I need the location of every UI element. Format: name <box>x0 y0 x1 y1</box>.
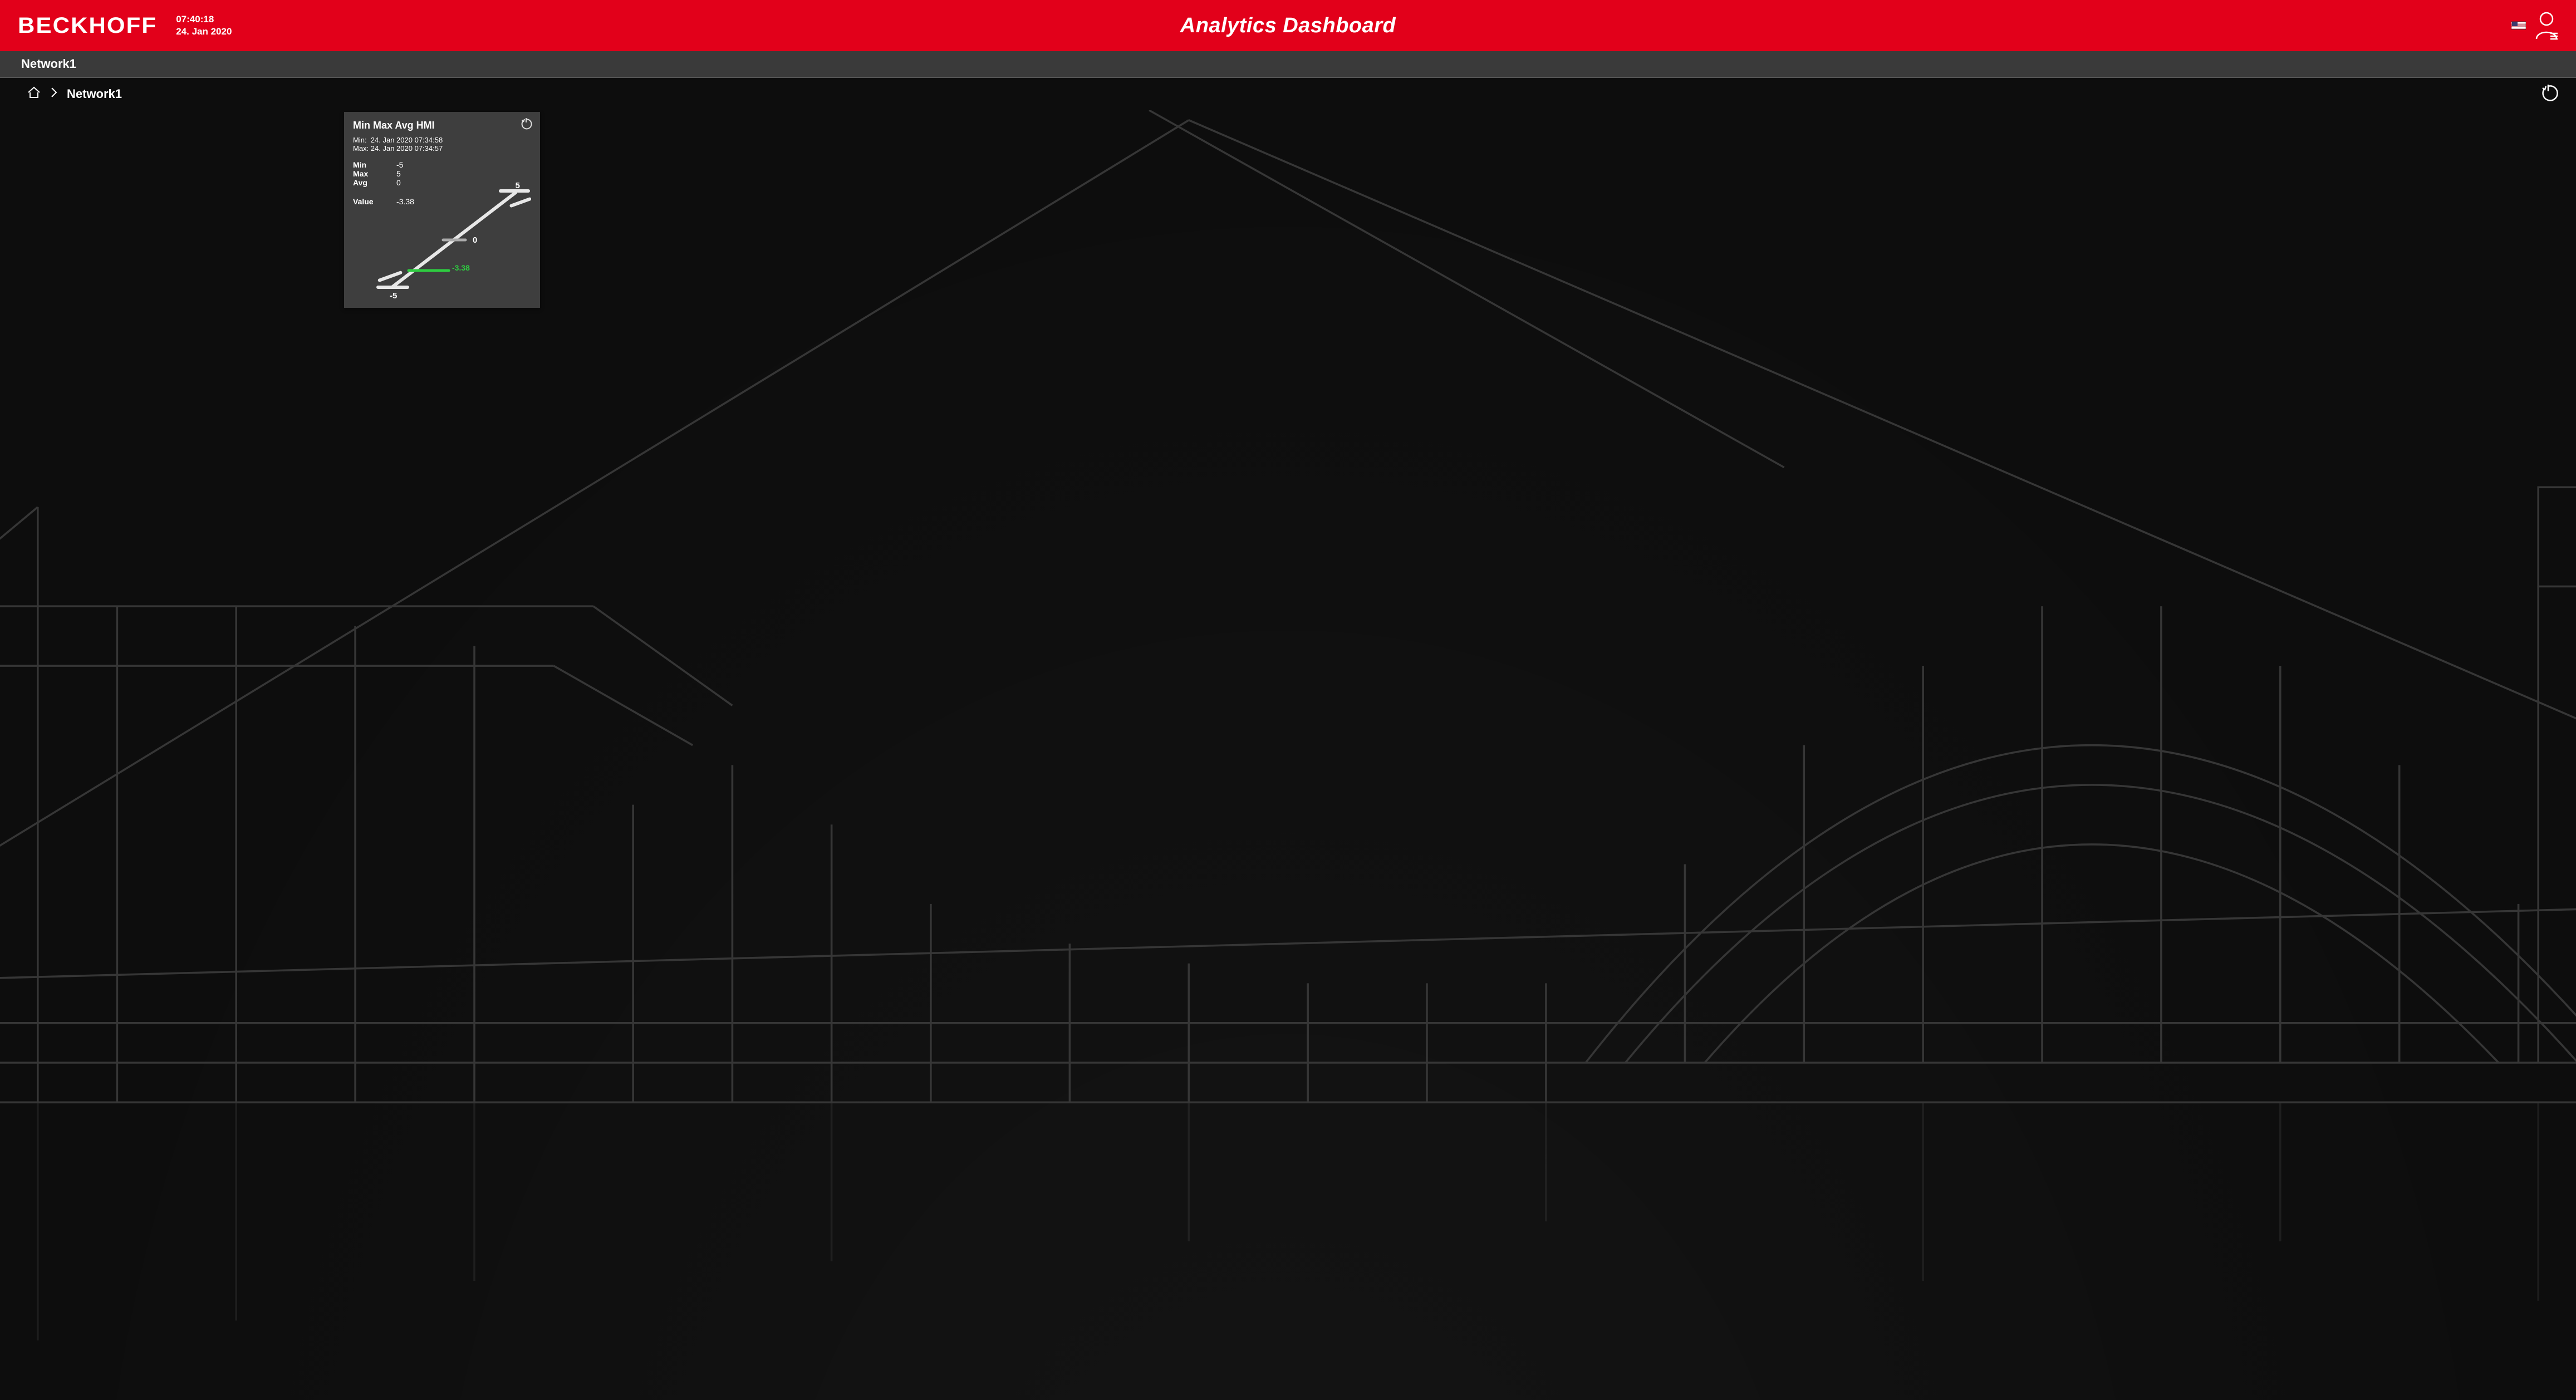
dashboard-stage: Min Max Avg HMI Min: 24. Jan 2020 07:34:… <box>0 110 2576 1400</box>
card-refresh-icon[interactable] <box>521 117 533 132</box>
tab-network1[interactable]: Network1 <box>21 57 76 71</box>
datetime-block: 07:40:18 24. Jan 2020 <box>176 13 232 38</box>
brand-logo: BECKHOFF <box>18 13 157 38</box>
min-max-avg-card: Min Max Avg HMI Min: 24. Jan 2020 07:34:… <box>344 112 540 308</box>
page-refresh-icon[interactable] <box>2541 83 2559 107</box>
breadcrumb-current[interactable]: Network1 <box>67 87 122 101</box>
stat-max-row: Max 5 <box>353 169 531 178</box>
stat-min-row: Min -5 <box>353 160 531 169</box>
card-title: Min Max Avg HMI <box>353 120 531 131</box>
page-title: Analytics Dashboard <box>1180 14 1396 38</box>
min-timestamp: Min: 24. Jan 2020 07:34:58 <box>353 136 531 144</box>
min-max-gauge: 5 0 -5 -3.38 <box>364 181 531 301</box>
tab-bar: Network1 <box>0 51 2576 78</box>
chevron-right-icon <box>50 87 58 101</box>
breadcrumb-row: Network1 <box>0 78 2576 110</box>
locale-flag-icon[interactable] <box>2511 21 2526 30</box>
clock-time: 07:40:18 <box>176 13 232 26</box>
clock-date: 24. Jan 2020 <box>176 26 232 38</box>
home-icon[interactable] <box>27 86 41 102</box>
scale-marker-label: -3.38 <box>452 263 470 272</box>
scale-top-label: 5 <box>516 181 520 190</box>
scale-mid-label: 0 <box>473 235 477 245</box>
max-timestamp: Max: 24. Jan 2020 07:34:57 <box>353 144 531 153</box>
top-banner: BECKHOFF 07:40:18 24. Jan 2020 Analytics… <box>0 0 2576 51</box>
scale-bottom-label: -5 <box>390 291 397 301</box>
user-menu-icon[interactable] <box>2534 11 2559 40</box>
